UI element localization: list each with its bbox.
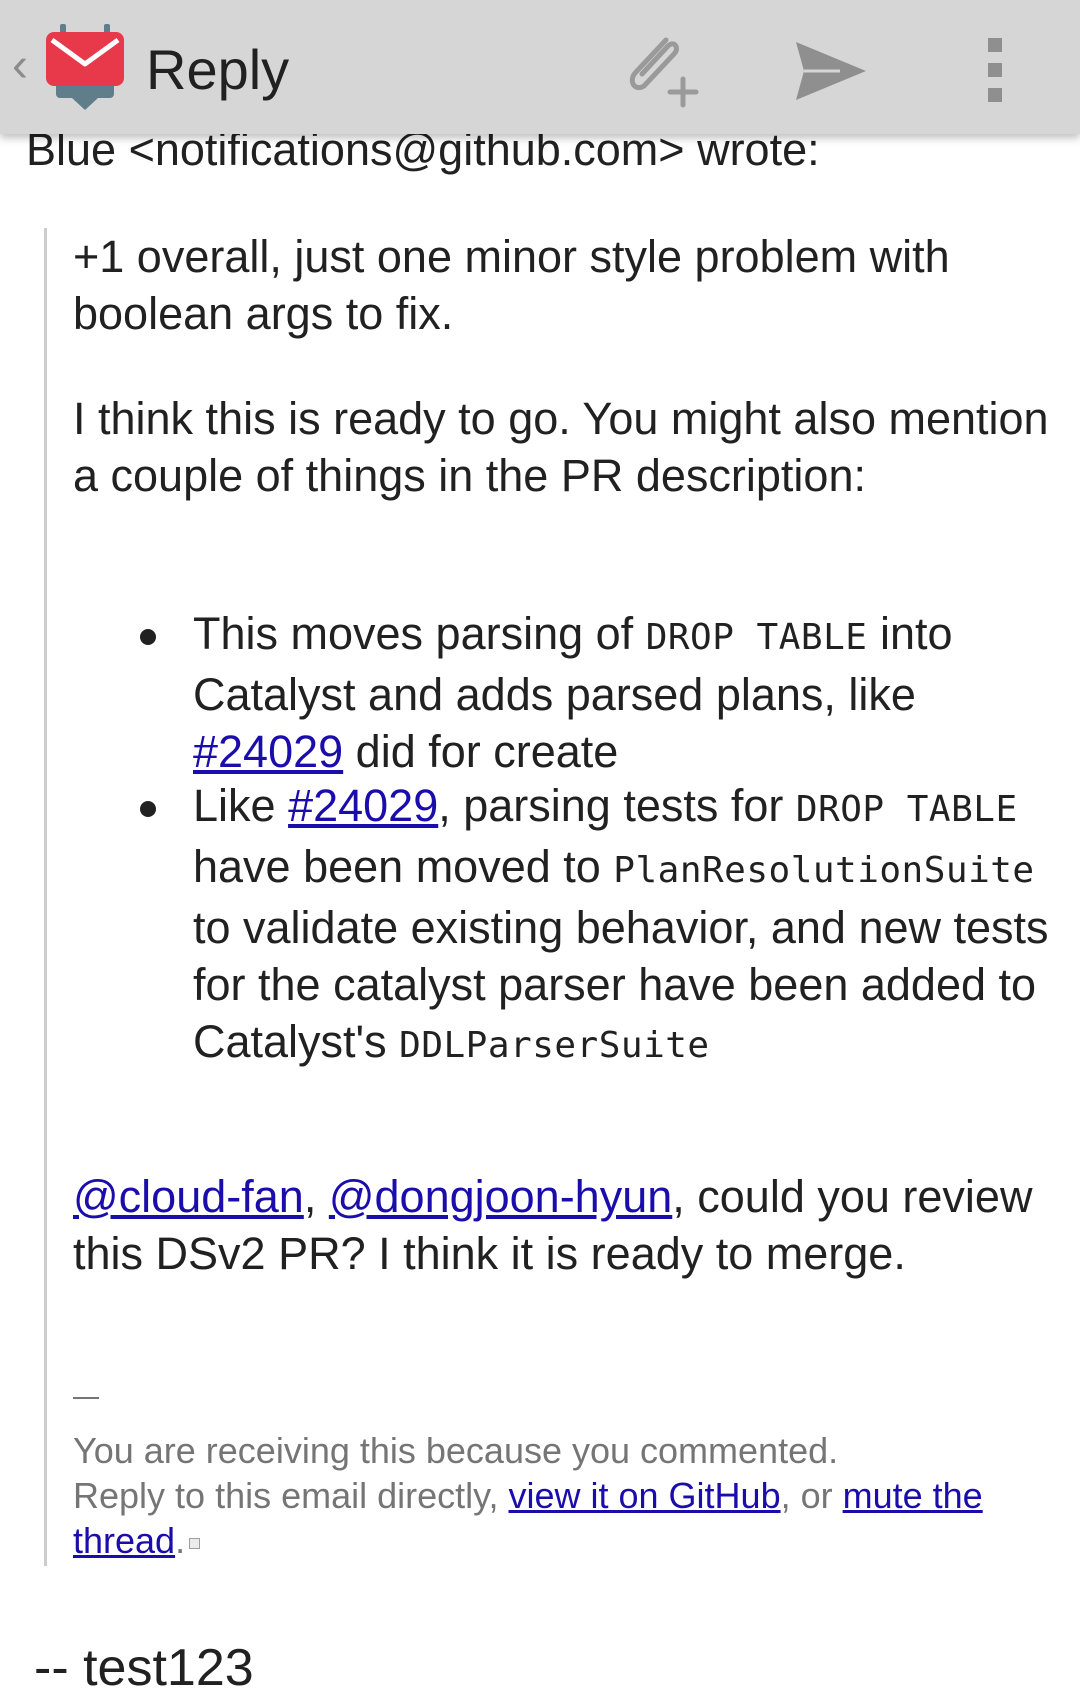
quoted-paragraph-2: I think this is ready to go. You might a…: [73, 393, 1049, 501]
mention-link[interactable]: @dongjoon-hyun: [329, 1171, 672, 1222]
list-item-text: This moves parsing of: [193, 608, 646, 659]
pr-link[interactable]: #24029: [193, 726, 343, 777]
quoted-paragraph-3: @cloud-fan, @dongjoon-hyun, could you re…: [73, 1168, 1063, 1282]
quoted-paragraph-1: +1 overall, just one minor style problem…: [73, 231, 950, 339]
attach-add-icon[interactable]: [616, 26, 702, 112]
k9-mail-logo-icon[interactable]: [40, 22, 130, 112]
paragraph-text: ,: [303, 1171, 329, 1222]
overflow-menu-icon[interactable]: [968, 30, 1024, 110]
footer-text: , or: [780, 1475, 843, 1516]
message-compose-body[interactable]: Blue <notifications@github.com> wrote: +…: [0, 0, 1080, 1699]
send-icon[interactable]: [790, 36, 870, 106]
pr-link[interactable]: #24029: [288, 780, 438, 831]
footer-line-1: You are receiving this because you comme…: [73, 1430, 839, 1471]
mention-link[interactable]: @cloud-fan: [73, 1171, 304, 1222]
action-bar: ‹ Reply: [0, 0, 1080, 134]
list-item: This moves parsing of DROP TABLE into Ca…: [193, 605, 1073, 780]
inline-code: PlanResolutionSuite: [613, 850, 1035, 891]
tracking-pixel-icon: [189, 1537, 201, 1549]
list-item-text: , parsing tests for: [438, 780, 796, 831]
list-item-text: did for create: [343, 726, 619, 777]
bullet-dot: [140, 801, 156, 817]
screen-title: Reply: [146, 38, 290, 101]
quote-bar: [44, 228, 47, 1566]
inline-code: DROP TABLE: [795, 789, 1018, 830]
list-item-text: Like: [193, 780, 289, 831]
footer-separator: [73, 1397, 99, 1399]
email-footer: You are receiving this because you comme…: [73, 1428, 1073, 1563]
signature: -- test123: [34, 1639, 254, 1697]
footer-text: Reply to this email directly,: [73, 1475, 509, 1516]
list-item: Like #24029, parsing tests for DROP TABL…: [193, 777, 1073, 1074]
inline-code: DDLParserSuite: [399, 1025, 710, 1066]
footer-text: .: [175, 1520, 186, 1561]
bullet-dot: [140, 629, 156, 645]
list-item-text: have been moved to: [193, 841, 614, 892]
inline-code: DROP TABLE: [645, 617, 868, 658]
view-on-github-link[interactable]: view it on GitHub: [508, 1475, 780, 1516]
up-navigation-icon[interactable]: ‹: [12, 42, 28, 90]
